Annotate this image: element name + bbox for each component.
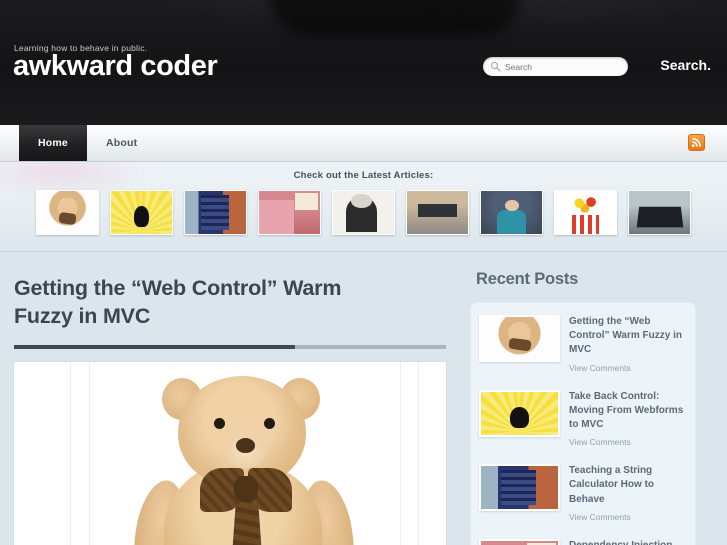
rss-icon[interactable] bbox=[688, 134, 705, 151]
latest-thumb-calculator-collage[interactable] bbox=[184, 190, 247, 235]
latest-thumb-black-white-portrait[interactable] bbox=[332, 190, 395, 235]
search-heading: Search. bbox=[660, 57, 711, 73]
list-item[interactable]: Getting the “Web Control” Warm Fuzzy in … bbox=[477, 309, 689, 384]
recent-post-comments-link[interactable]: View Comments bbox=[569, 437, 631, 447]
teddy-bear-illustration bbox=[122, 375, 362, 545]
recent-post-comments-link[interactable]: View Comments bbox=[569, 363, 631, 373]
list-item[interactable]: Teaching a String Calculator How to Beha… bbox=[477, 458, 689, 533]
latest-thumb-laptop-outdoors[interactable] bbox=[628, 190, 691, 235]
latest-thumb-man-with-cat[interactable] bbox=[480, 190, 543, 235]
latest-thumb-yoga-meditation[interactable] bbox=[110, 190, 173, 235]
sidebar: Recent Posts Getting the “Web Control” W… bbox=[460, 252, 713, 545]
latest-thumb-pink-vintage-photo[interactable] bbox=[258, 190, 321, 235]
search-icon bbox=[490, 61, 501, 72]
list-item[interactable]: Dependency Injection for Moms View Comme… bbox=[477, 533, 689, 545]
title-divider bbox=[14, 344, 446, 349]
recent-posts-widget: Getting the “Web Control” Warm Fuzzy in … bbox=[470, 302, 696, 545]
sidebar-heading: Recent Posts bbox=[476, 270, 579, 288]
recent-post-thumbnail[interactable] bbox=[479, 315, 560, 362]
latest-thumb-teddy-bear[interactable] bbox=[36, 190, 99, 235]
page-title: Getting the “Web Control” Warm Fuzzy in … bbox=[14, 276, 342, 329]
recent-post-title[interactable]: Teaching a String Calculator How to Beha… bbox=[569, 464, 687, 507]
recent-post-title[interactable]: Dependency Injection for Moms bbox=[569, 539, 687, 545]
site-logo[interactable]: awkward coder bbox=[13, 50, 218, 83]
recent-post-comments-link[interactable]: View Comments bbox=[569, 512, 631, 522]
recent-post-thumbnail[interactable] bbox=[479, 389, 560, 437]
recent-post-thumbnail[interactable] bbox=[479, 464, 560, 512]
search-box[interactable] bbox=[483, 57, 628, 76]
content-area: Getting the “Web Control” Warm Fuzzy in … bbox=[0, 252, 727, 545]
latest-thumb-desk-workstation[interactable] bbox=[406, 190, 469, 235]
main-column: Getting the “Web Control” Warm Fuzzy in … bbox=[0, 252, 460, 545]
search-input[interactable] bbox=[505, 61, 615, 72]
latest-articles-strip: Check out the Latest Articles: bbox=[0, 162, 727, 252]
list-item[interactable]: Take Back Control: Moving From Webforms … bbox=[477, 384, 689, 459]
site-header: Learning how to behave in public. awkwar… bbox=[0, 0, 727, 125]
nav-item-home[interactable]: Home bbox=[19, 125, 87, 161]
latest-articles-thumbnails bbox=[0, 190, 727, 235]
recent-post-thumbnail[interactable] bbox=[479, 538, 560, 545]
latest-articles-heading: Check out the Latest Articles: bbox=[293, 170, 434, 181]
post-featured-image bbox=[14, 361, 446, 545]
header-gloss-decoration bbox=[270, 0, 520, 36]
recent-post-title[interactable]: Take Back Control: Moving From Webforms … bbox=[569, 390, 687, 433]
recent-post-title[interactable]: Getting the “Web Control” Warm Fuzzy in … bbox=[569, 315, 687, 358]
nav-item-about[interactable]: About bbox=[87, 125, 156, 161]
latest-thumb-popcorn[interactable] bbox=[554, 190, 617, 235]
main-navigation: Home About bbox=[0, 125, 727, 162]
